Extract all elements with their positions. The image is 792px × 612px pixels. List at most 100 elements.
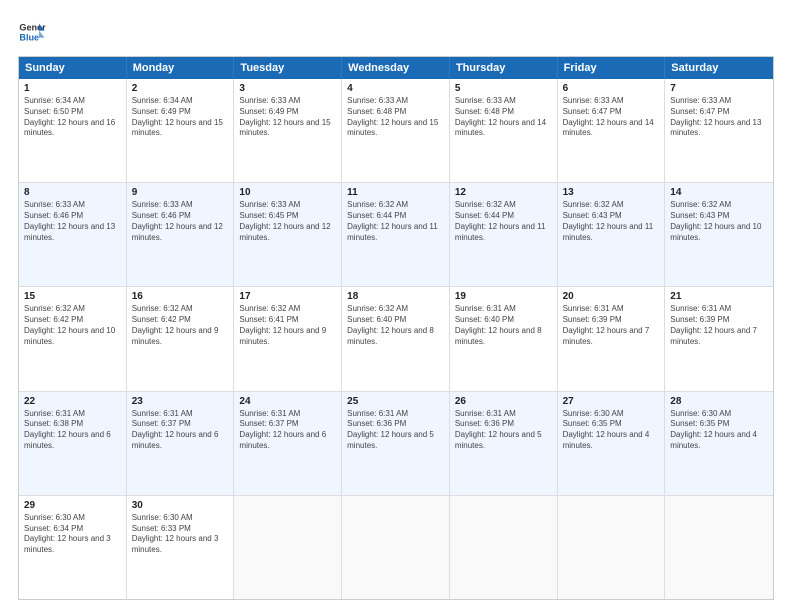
day-info: Sunrise: 6:32 AMSunset: 6:43 PMDaylight:… [563, 200, 660, 243]
day-cell-16: 16 Sunrise: 6:32 AMSunset: 6:42 PMDayligh… [127, 287, 235, 390]
day-cell-26: 26 Sunrise: 6:31 AMSunset: 6:36 PMDayligh… [450, 392, 558, 495]
empty-cell [234, 496, 342, 599]
day-info: Sunrise: 6:32 AMSunset: 6:42 PMDaylight:… [24, 304, 121, 347]
day-number: 5 [455, 83, 552, 94]
day-cell-7: 7Sunrise: 6:33 AMSunset: 6:47 PMDaylight… [665, 79, 773, 182]
header-cell-tuesday: Tuesday [234, 57, 342, 79]
day-info: Sunrise: 6:30 AMSunset: 6:35 PMDaylight:… [670, 409, 768, 452]
day-cell-6: 6 Sunrise: 6:33 AMSunset: 6:47 PMDaylight… [558, 79, 666, 182]
day-cell-2: 2 Sunrise: 6:34 AMSunset: 6:49 PMDaylight… [127, 79, 235, 182]
day-cell-21: 21 Sunrise: 6:31 AMSunset: 6:39 PMDayligh… [665, 287, 773, 390]
day-number: 8 [24, 187, 121, 198]
day-cell-29: 29 Sunrise: 6:30 AMSunset: 6:34 PMDayligh… [19, 496, 127, 599]
day-info: Sunrise: 6:33 AMSunset: 6:45 PMDaylight:… [239, 200, 336, 243]
day-info: Sunrise: 6:31 AMSunset: 6:40 PMDaylight:… [455, 304, 552, 347]
day-cell-18: 18Sunrise: 6:32 AMSunset: 6:40 PMDayligh… [342, 287, 450, 390]
day-cell-8: 8 Sunrise: 6:33 AMSunset: 6:46 PMDaylight… [19, 183, 127, 286]
day-number: 9 [132, 187, 229, 198]
calendar-row-2: 15 Sunrise: 6:32 AMSunset: 6:42 PMDayligh… [19, 286, 773, 390]
day-info: Sunrise: 6:33 AMSunset: 6:46 PMDaylight:… [132, 200, 229, 243]
header-cell-monday: Monday [127, 57, 235, 79]
calendar-row-1: 8 Sunrise: 6:33 AMSunset: 6:46 PMDaylight… [19, 182, 773, 286]
day-cell-15: 15 Sunrise: 6:32 AMSunset: 6:42 PMDayligh… [19, 287, 127, 390]
empty-cell [450, 496, 558, 599]
day-number: 16 [132, 291, 229, 302]
day-number: 21 [670, 291, 768, 302]
day-info: Sunrise: 6:32 AMSunset: 6:44 PMDaylight:… [455, 200, 552, 243]
day-info: Sunrise: 6:33 AMSunset: 6:47 PMDaylight:… [563, 96, 660, 139]
day-cell-9: 9 Sunrise: 6:33 AMSunset: 6:46 PMDaylight… [127, 183, 235, 286]
day-cell-4: 4 Sunrise: 6:33 AMSunset: 6:48 PMDaylight… [342, 79, 450, 182]
day-cell-19: 19 Sunrise: 6:31 AMSunset: 6:40 PMDayligh… [450, 287, 558, 390]
day-info: Sunrise: 6:33 AMSunset: 6:46 PMDaylight:… [24, 200, 121, 243]
day-number: 17 [239, 291, 336, 302]
page-header: General Blue [18, 18, 774, 46]
day-info: Sunrise: 6:31 AMSunset: 6:37 PMDaylight:… [132, 409, 229, 452]
day-cell-27: 27 Sunrise: 6:30 AMSunset: 6:35 PMDayligh… [558, 392, 666, 495]
day-number: 4 [347, 83, 444, 94]
day-info: Sunrise: 6:33 AMSunset: 6:48 PMDaylight:… [347, 96, 444, 139]
day-number: 27 [563, 396, 660, 407]
day-number: 15 [24, 291, 121, 302]
day-number: 29 [24, 500, 121, 511]
day-info: Sunrise: 6:30 AMSunset: 6:34 PMDaylight:… [24, 513, 121, 556]
day-number: 28 [670, 396, 768, 407]
day-info: Sunrise: 6:31 AMSunset: 6:39 PMDaylight:… [670, 304, 768, 347]
calendar: SundayMondayTuesdayWednesdayThursdayFrid… [18, 56, 774, 600]
day-info: Sunrise: 6:30 AMSunset: 6:35 PMDaylight:… [563, 409, 660, 452]
day-number: 25 [347, 396, 444, 407]
day-info: Sunrise: 6:30 AMSunset: 6:33 PMDaylight:… [132, 513, 229, 556]
day-info: Sunrise: 6:31 AMSunset: 6:37 PMDaylight:… [239, 409, 336, 452]
day-number: 13 [563, 187, 660, 198]
day-cell-25: 25 Sunrise: 6:31 AMSunset: 6:36 PMDayligh… [342, 392, 450, 495]
day-info: Sunrise: 6:33 AMSunset: 6:49 PMDaylight:… [239, 96, 336, 139]
day-number: 6 [563, 83, 660, 94]
day-cell-17: 17 Sunrise: 6:32 AMSunset: 6:41 PMDayligh… [234, 287, 342, 390]
day-cell-5: 5 Sunrise: 6:33 AMSunset: 6:48 PMDaylight… [450, 79, 558, 182]
day-info: Sunrise: 6:32 AMSunset: 6:40 PMDaylight:… [347, 304, 444, 347]
day-cell-10: 10 Sunrise: 6:33 AMSunset: 6:45 PMDayligh… [234, 183, 342, 286]
day-number: 24 [239, 396, 336, 407]
svg-text:Blue: Blue [19, 32, 39, 42]
calendar-row-0: 1 Sunrise: 6:34 AMSunset: 6:50 PMDaylight… [19, 79, 773, 182]
logo-icon: General Blue [18, 18, 46, 46]
day-cell-3: 3Sunrise: 6:33 AMSunset: 6:49 PMDaylight… [234, 79, 342, 182]
day-info: Sunrise: 6:33 AMSunset: 6:47 PMDaylight:… [670, 96, 768, 139]
empty-cell [665, 496, 773, 599]
day-info: Sunrise: 6:31 AMSunset: 6:36 PMDaylight:… [347, 409, 444, 452]
day-number: 12 [455, 187, 552, 198]
day-number: 14 [670, 187, 768, 198]
day-cell-12: 12 Sunrise: 6:32 AMSunset: 6:44 PMDayligh… [450, 183, 558, 286]
day-info: Sunrise: 6:32 AMSunset: 6:42 PMDaylight:… [132, 304, 229, 347]
day-info: Sunrise: 6:32 AMSunset: 6:44 PMDaylight:… [347, 200, 444, 243]
header-cell-thursday: Thursday [450, 57, 558, 79]
day-cell-23: 23 Sunrise: 6:31 AMSunset: 6:37 PMDayligh… [127, 392, 235, 495]
header-cell-wednesday: Wednesday [342, 57, 450, 79]
day-info: Sunrise: 6:34 AMSunset: 6:49 PMDaylight:… [132, 96, 229, 139]
calendar-body: 1 Sunrise: 6:34 AMSunset: 6:50 PMDaylight… [19, 79, 773, 599]
day-number: 11 [347, 187, 444, 198]
day-cell-13: 13 Sunrise: 6:32 AMSunset: 6:43 PMDayligh… [558, 183, 666, 286]
day-info: Sunrise: 6:32 AMSunset: 6:43 PMDaylight:… [670, 200, 768, 243]
day-info: Sunrise: 6:31 AMSunset: 6:38 PMDaylight:… [24, 409, 121, 452]
day-number: 1 [24, 83, 121, 94]
day-info: Sunrise: 6:31 AMSunset: 6:39 PMDaylight:… [563, 304, 660, 347]
day-cell-24: 24 Sunrise: 6:31 AMSunset: 6:37 PMDayligh… [234, 392, 342, 495]
day-info: Sunrise: 6:32 AMSunset: 6:41 PMDaylight:… [239, 304, 336, 347]
day-number: 19 [455, 291, 552, 302]
calendar-header: SundayMondayTuesdayWednesdayThursdayFrid… [19, 57, 773, 79]
day-number: 10 [239, 187, 336, 198]
empty-cell [558, 496, 666, 599]
day-number: 26 [455, 396, 552, 407]
day-cell-14: 14 Sunrise: 6:32 AMSunset: 6:43 PMDayligh… [665, 183, 773, 286]
day-cell-30: 30Sunrise: 6:30 AMSunset: 6:33 PMDayligh… [127, 496, 235, 599]
day-info: Sunrise: 6:34 AMSunset: 6:50 PMDaylight:… [24, 96, 121, 139]
day-cell-22: 22Sunrise: 6:31 AMSunset: 6:38 PMDayligh… [19, 392, 127, 495]
day-number: 23 [132, 396, 229, 407]
day-info: Sunrise: 6:31 AMSunset: 6:36 PMDaylight:… [455, 409, 552, 452]
header-cell-sunday: Sunday [19, 57, 127, 79]
day-info: Sunrise: 6:33 AMSunset: 6:48 PMDaylight:… [455, 96, 552, 139]
day-number: 2 [132, 83, 229, 94]
header-cell-friday: Friday [558, 57, 666, 79]
calendar-row-3: 22Sunrise: 6:31 AMSunset: 6:38 PMDayligh… [19, 391, 773, 495]
